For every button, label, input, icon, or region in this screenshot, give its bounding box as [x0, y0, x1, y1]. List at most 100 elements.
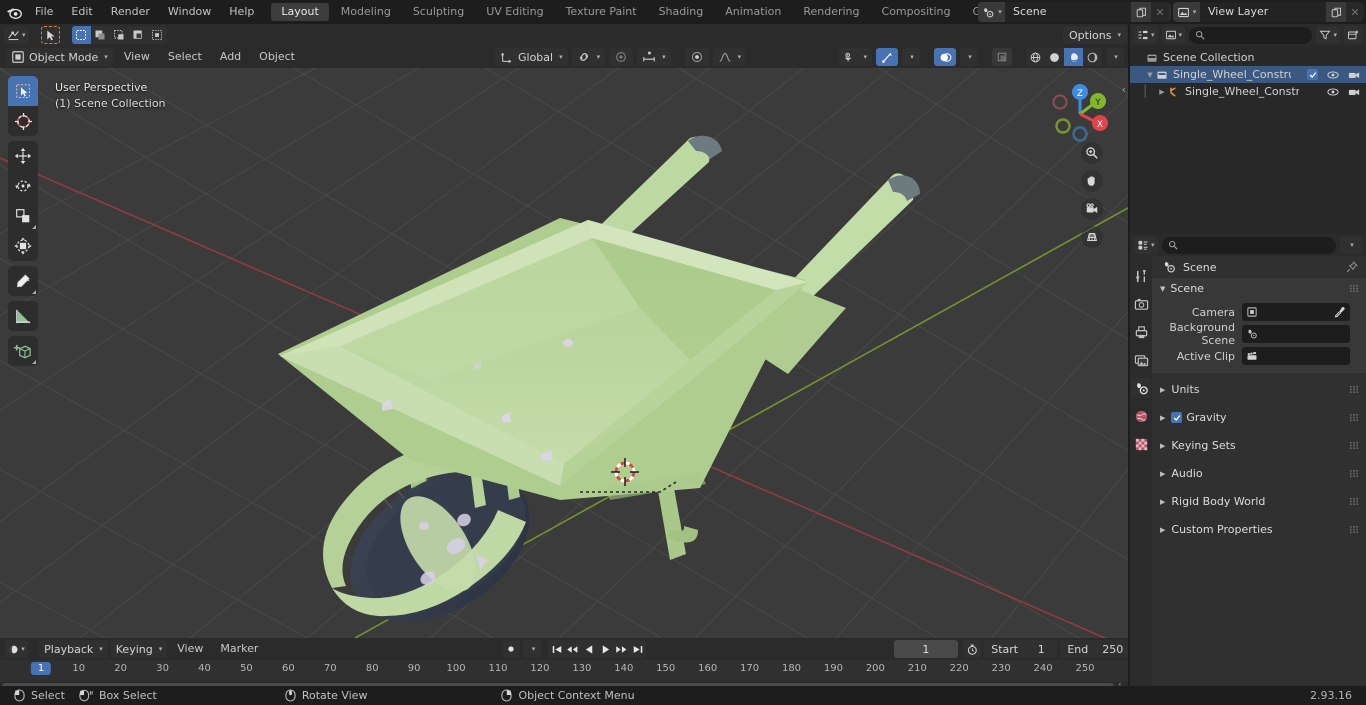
outliner-filter-button[interactable]: ▾	[1316, 26, 1340, 44]
outliner-row-scene-collection[interactable]: Scene Collection	[1130, 49, 1366, 66]
scene-name-field[interactable]: Scene	[1005, 2, 1131, 22]
viewport-canvas[interactable]	[0, 68, 1128, 638]
jump-to-start-button[interactable]	[548, 640, 564, 658]
gizmo-dropdown[interactable]: ▾	[902, 48, 920, 66]
xray-toggle-button[interactable]	[992, 48, 1012, 66]
frame-range-end[interactable]: End 250	[1060, 640, 1129, 658]
rigid-body-world-panel[interactable]: ▶ Rigid Body World	[1152, 491, 1366, 512]
properties-editor-type-button[interactable]: ▾	[1134, 236, 1158, 254]
render-tab[interactable]	[1131, 294, 1151, 314]
keying-dropdown[interactable]: Keying ▾	[110, 640, 168, 658]
new-viewlayer-button[interactable]	[1326, 2, 1346, 22]
scene-tab[interactable]	[1131, 378, 1151, 398]
select-set-icon[interactable]	[71, 26, 91, 44]
frame-range-start[interactable]: Start 1	[984, 640, 1058, 658]
properties-options-dropdown[interactable]: ▾	[1340, 236, 1362, 254]
previous-keyframe-button[interactable]	[565, 640, 581, 658]
viewlayer-name-field[interactable]: View Layer	[1200, 2, 1326, 22]
eyedropper-icon[interactable]	[1334, 306, 1346, 318]
3d-viewport[interactable]: User Perspective (1) Scene Collection Z …	[0, 68, 1128, 638]
camera-icon[interactable]	[1081, 198, 1103, 220]
expand-toggle-icon[interactable]: ▶	[1156, 88, 1168, 96]
ortho-grid-icon[interactable]	[1081, 226, 1103, 248]
current-frame-field[interactable]: 1	[894, 640, 958, 658]
units-panel[interactable]: ▶ Units	[1152, 379, 1366, 400]
background-scene-field[interactable]	[1242, 325, 1350, 343]
object-mode-dropdown[interactable]: Object Mode ▾	[6, 48, 113, 66]
tool-tab[interactable]	[1131, 266, 1151, 286]
pan-hand-icon[interactable]	[1081, 170, 1103, 192]
menu-window[interactable]: Window	[159, 0, 220, 24]
outliner-editor-type-button[interactable]: ▾	[1134, 26, 1158, 44]
outliner-display-mode-button[interactable]: ▾	[1161, 26, 1186, 44]
select-intersect-icon[interactable]	[148, 26, 167, 44]
gravity-checkbox[interactable]	[1171, 412, 1183, 423]
tweak-tool-button[interactable]	[40, 26, 60, 44]
rotate-tool[interactable]	[8, 171, 38, 201]
tab-sculpting[interactable]: Sculpting	[403, 3, 474, 21]
tab-compositing[interactable]: Compositing	[872, 3, 961, 21]
shading-dropdown[interactable]: ▾	[1106, 48, 1124, 66]
shading-material-preview-icon[interactable]	[1064, 48, 1083, 66]
annotate-tool[interactable]	[8, 266, 38, 296]
cursor-tool[interactable]	[8, 106, 38, 136]
select-subtract-icon[interactable]	[110, 26, 129, 44]
tab-animation[interactable]: Animation	[715, 3, 791, 21]
move-tool[interactable]	[8, 141, 38, 171]
tab-uv-editing[interactable]: UV Editing	[476, 3, 553, 21]
viewport-menu-view[interactable]: View	[117, 48, 157, 66]
view-layer-tab[interactable]	[1131, 350, 1151, 370]
tweak-select-tool[interactable]	[8, 76, 38, 106]
properties-search-input[interactable]	[1161, 236, 1336, 254]
menu-edit[interactable]: Edit	[62, 0, 101, 24]
playhead-marker[interactable]: 1	[30, 662, 52, 675]
keying-sets-panel[interactable]: ▶ Keying Sets	[1152, 435, 1366, 456]
options-dropdown[interactable]: Options ▾	[1063, 26, 1127, 44]
playback-dropdown[interactable]: Playback ▾	[39, 640, 108, 658]
measure-tool[interactable]	[8, 301, 38, 331]
remove-scene-button[interactable]: ✕	[1151, 2, 1169, 22]
menu-file[interactable]: File	[26, 0, 62, 24]
next-keyframe-button[interactable]	[614, 640, 630, 658]
camera-icon[interactable]	[1348, 70, 1360, 80]
new-scene-button[interactable]	[1131, 2, 1151, 22]
tab-rendering[interactable]: Rendering	[793, 3, 869, 21]
outliner-row-single-wheel-object[interactable]: │ ▶ Single_Wheel_Constructi	[1130, 83, 1366, 100]
texture-tab[interactable]	[1131, 434, 1151, 454]
gravity-panel[interactable]: ▶ Gravity	[1152, 407, 1366, 428]
shading-solid-icon[interactable]	[1045, 48, 1064, 66]
select-mode-group[interactable]	[71, 26, 167, 44]
snap-toggle-button[interactable]: ▾	[571, 48, 606, 66]
transform-tool[interactable]	[8, 231, 38, 261]
eye-icon[interactable]	[1327, 70, 1339, 80]
tab-texture-paint[interactable]: Texture Paint	[556, 3, 647, 21]
eye-icon[interactable]	[1327, 87, 1339, 97]
scene-datablock[interactable]: ▾ Scene ✕	[978, 2, 1169, 22]
shading-wireframe-icon[interactable]	[1026, 48, 1045, 66]
object-visibility-dropdown[interactable]: ▾	[838, 48, 872, 66]
world-tab[interactable]	[1131, 406, 1151, 426]
expand-toggle-icon[interactable]: ▼	[1144, 71, 1156, 79]
select-extend-icon[interactable]	[91, 26, 110, 44]
output-tab[interactable]	[1131, 322, 1151, 342]
timeline-menu-marker[interactable]: Marker	[213, 640, 265, 658]
timeline-menu-view[interactable]: View	[170, 640, 210, 658]
play-reverse-button[interactable]	[581, 640, 597, 658]
scale-tool[interactable]	[8, 201, 38, 231]
menu-render[interactable]: Render	[102, 0, 159, 24]
jump-to-end-button[interactable]	[630, 640, 646, 658]
start-value[interactable]: 1	[1025, 640, 1057, 658]
add-cube-tool[interactable]	[8, 336, 38, 366]
show-gizmo-button[interactable]	[876, 48, 898, 66]
outliner-row-single-wheel-collection[interactable]: ▼ Single_Wheel_Construction_T	[1130, 66, 1366, 83]
tab-shading[interactable]: Shading	[649, 3, 714, 21]
viewport-menu-add[interactable]: Add	[213, 48, 248, 66]
shading-mode-group[interactable]	[1026, 48, 1102, 66]
camera-field[interactable]	[1242, 303, 1350, 321]
show-overlays-button[interactable]	[934, 48, 956, 66]
proportional-falloff-toggle[interactable]	[684, 48, 709, 66]
audio-panel[interactable]: ▶ Audio	[1152, 463, 1366, 484]
auto-keying-dropdown[interactable]: ▾	[523, 640, 542, 658]
viewlayer-datablock[interactable]: ▾ View Layer ✕	[1173, 2, 1364, 22]
sidebar-toggle-icon[interactable]: ‹	[1122, 83, 1126, 96]
